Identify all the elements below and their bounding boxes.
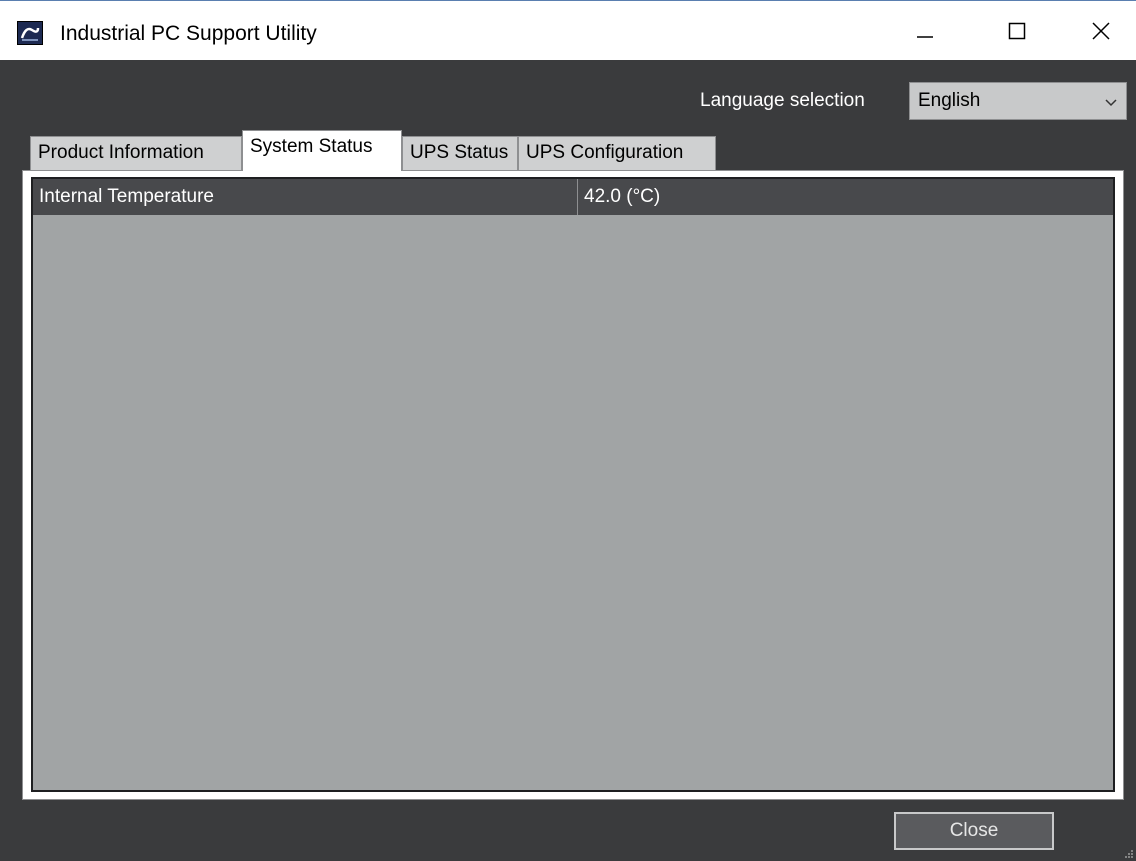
table-row[interactable]: Internal Temperature 42.0 (°C): [33, 179, 1113, 215]
close-window-button[interactable]: [1056, 1, 1136, 61]
language-selected-value: English: [918, 90, 981, 111]
minimize-icon: [917, 36, 933, 38]
app-logo-icon: [17, 21, 43, 45]
close-icon: [1092, 22, 1110, 40]
language-selection-label: Language selection: [700, 90, 865, 111]
tab-ups-configuration[interactable]: UPS Configuration: [518, 136, 716, 170]
status-list: Internal Temperature 42.0 (°C): [31, 177, 1115, 792]
title-bar[interactable]: Industrial PC Support Utility: [0, 0, 1136, 60]
tab-system-status[interactable]: System Status: [242, 130, 402, 171]
chevron-down-icon: [1104, 95, 1118, 113]
tab-ups-status[interactable]: UPS Status: [402, 136, 518, 170]
language-select[interactable]: English: [909, 82, 1127, 120]
maximize-button[interactable]: [972, 1, 1062, 61]
window-title: Industrial PC Support Utility: [60, 22, 317, 45]
status-value-cell: 42.0 (°C): [584, 186, 661, 207]
system-status-panel: Internal Temperature 42.0 (°C): [22, 170, 1124, 800]
minimize-button[interactable]: [880, 1, 970, 61]
close-button[interactable]: Close: [894, 812, 1054, 850]
tab-product-information[interactable]: Product Information: [30, 136, 242, 170]
status-name-cell: Internal Temperature: [39, 186, 214, 207]
app-window: Industrial PC Support Utility Language s…: [0, 0, 1136, 861]
maximize-icon: [1008, 22, 1026, 40]
column-divider: [577, 179, 578, 215]
resize-grip-icon[interactable]: [1124, 849, 1134, 859]
